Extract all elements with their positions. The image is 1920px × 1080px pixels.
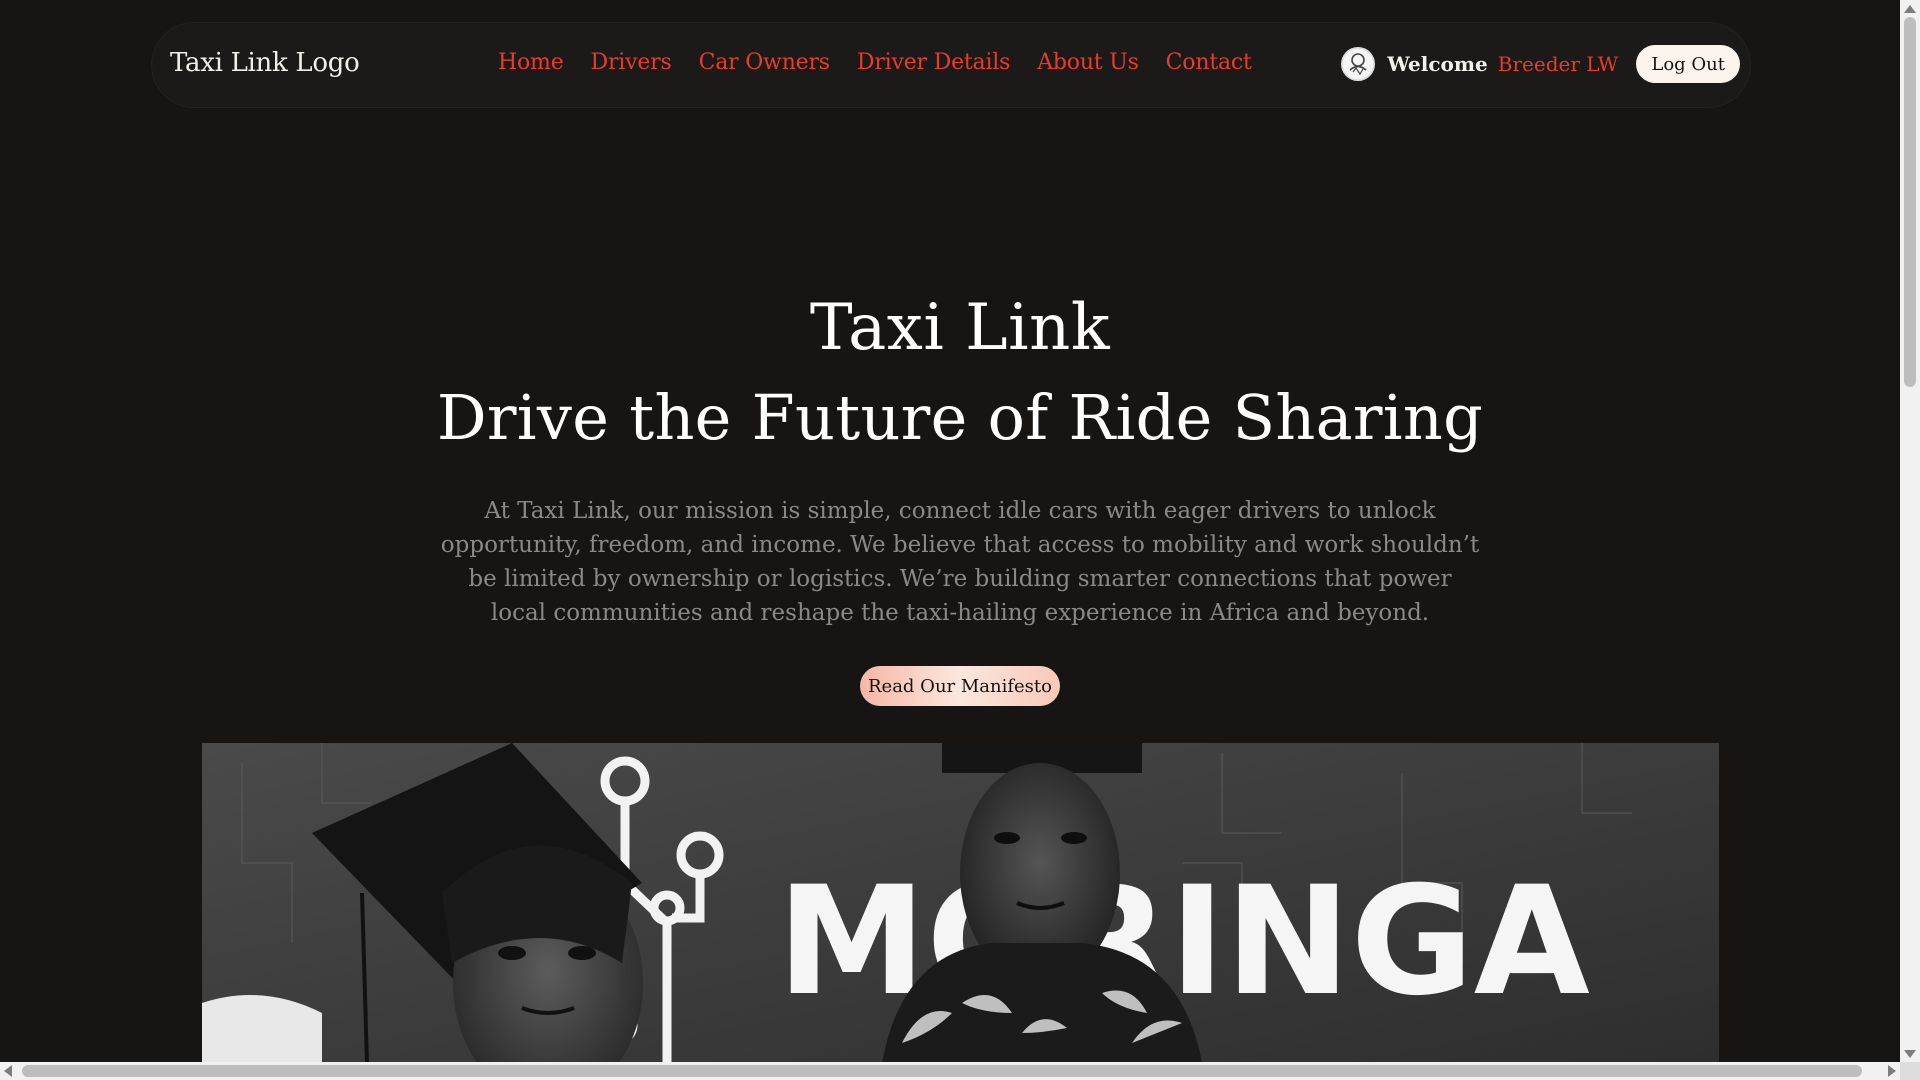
graduates-photo: MORINGA [202,743,1719,1063]
user-avatar-icon[interactable] [1341,47,1376,81]
page: Taxi Link Logo Home Drivers Car Owners D… [0,0,1920,1080]
user-area: Welcome Breeder LW Log Out [1341,45,1740,83]
logout-button[interactable]: Log Out [1636,45,1740,83]
vertical-scrollbar[interactable] [1900,0,1920,1062]
hero-image: MORINGA [202,743,1719,1063]
hero-subtitle: Drive the Future of Ride Sharing [436,381,1484,454]
vertical-scroll-thumb[interactable] [1904,17,1916,387]
welcome-label: Welcome [1387,52,1488,76]
hero-description: At Taxi Link, our mission is simple, con… [440,498,1480,626]
horizontal-scroll-thumb[interactable] [22,1065,1862,1077]
scrollbar-corner [1900,1062,1920,1080]
site-logo[interactable]: Taxi Link Logo [170,48,360,78]
banner-text: MORINGA [777,855,1590,1029]
navbar: Taxi Link Logo Home Drivers Car Owners D… [152,23,1750,107]
username[interactable]: Breeder LW [1498,52,1619,76]
nav-link-drivers[interactable]: Drivers [591,50,672,75]
main-nav: Home Drivers Car Owners Driver Details A… [498,50,1252,75]
nav-link-home[interactable]: Home [498,50,564,75]
scroll-up-arrow-icon[interactable] [1904,5,1916,13]
scroll-left-arrow-icon[interactable] [4,1065,12,1077]
nav-link-car-owners[interactable]: Car Owners [699,50,831,75]
horizontal-scrollbar[interactable] [0,1062,1900,1080]
nav-link-about-us[interactable]: About Us [1037,50,1139,75]
read-manifesto-button[interactable]: Read Our Manifesto [860,666,1060,706]
nav-link-driver-details[interactable]: Driver Details [857,50,1011,75]
scroll-right-arrow-icon[interactable] [1888,1065,1896,1077]
hero-title: Taxi Link [809,291,1111,365]
nav-link-contact[interactable]: Contact [1166,50,1252,75]
scroll-down-arrow-icon[interactable] [1904,1050,1916,1058]
